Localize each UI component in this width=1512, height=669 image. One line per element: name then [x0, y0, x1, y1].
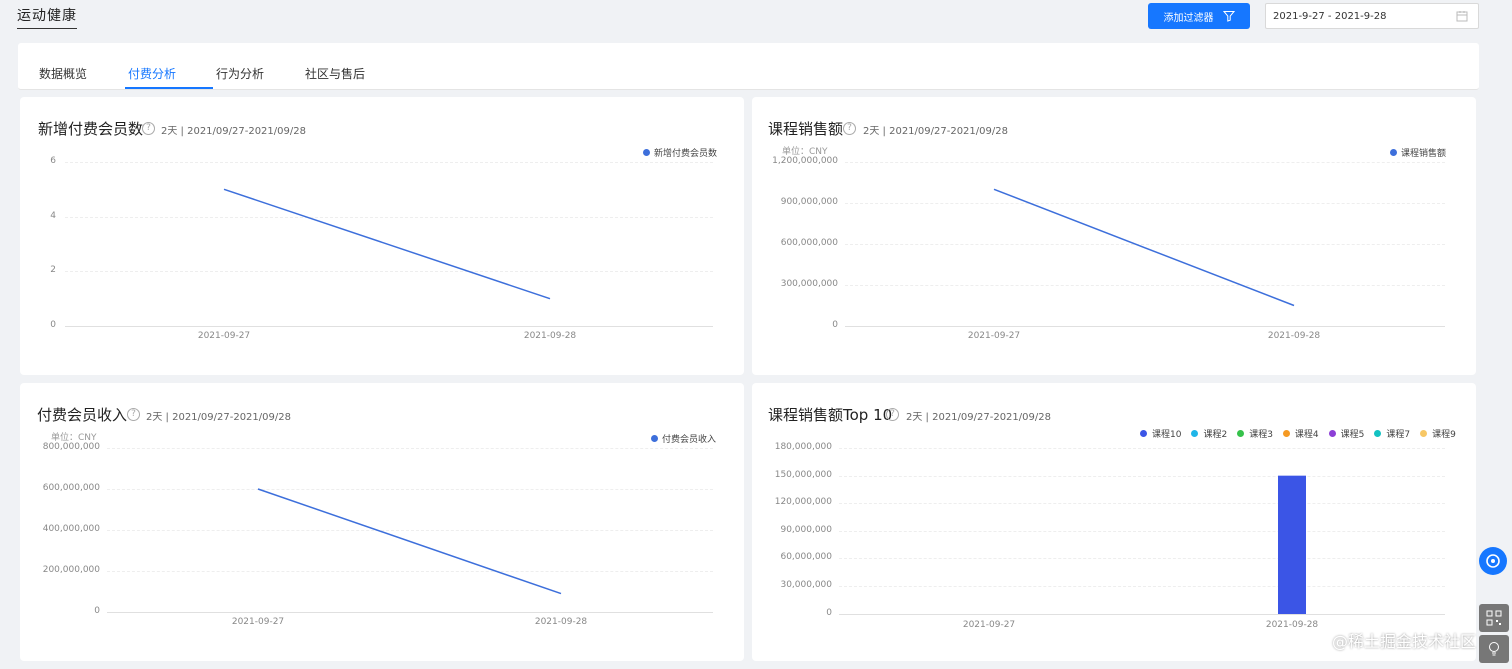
assistant-badge-icon[interactable]	[1479, 547, 1507, 575]
bar[interactable]	[1278, 475, 1306, 614]
course-sales-card: 课程销售额 ? 2天 | 2021/09/27-2021/09/28 单位：CN…	[752, 97, 1476, 375]
tab-community-after-sales[interactable]: 社区与售后	[305, 65, 365, 82]
tab-overview[interactable]: 数据概览	[39, 65, 87, 82]
app-title: 运动健康	[17, 5, 77, 29]
add-filter-button[interactable]: 添加过滤器	[1148, 3, 1250, 29]
paid-member-income-card: 付费会员收入 ? 2天 | 2021/09/27-2021/09/28 单位：C…	[20, 383, 744, 661]
filter-icon	[1222, 11, 1235, 22]
calendar-icon	[1456, 11, 1468, 22]
qr-code-icon[interactable]	[1479, 604, 1509, 632]
tab-bar: 数据概览 付费分析 行为分析 社区与售后	[18, 43, 1479, 90]
qr-glyph-icon	[1486, 610, 1502, 626]
feedback-icon[interactable]	[1479, 635, 1509, 663]
add-filter-label: 添加过滤器	[1163, 12, 1214, 24]
bulb-icon	[1489, 642, 1499, 656]
line-plot	[223, 188, 551, 300]
series-line	[223, 188, 551, 300]
new-paid-members-card: 新增付费会员数 ? 2天 | 2021/09/27-2021/09/28 新增付…	[20, 97, 744, 375]
tab-behavior-analysis[interactable]: 行为分析	[216, 65, 264, 82]
tab-payment-analysis[interactable]: 付费分析	[128, 65, 176, 82]
line-plot	[257, 488, 562, 595]
line-plot	[993, 188, 1295, 307]
series-line	[993, 188, 1295, 307]
watermark: @稀土掘金技术社区	[1332, 632, 1477, 651]
series-line	[257, 488, 562, 595]
date-range-value: 2021-9-27 - 2021-9-28	[1273, 10, 1387, 22]
top-bar: 运动健康 添加过滤器 2021-9-27 - 2021-9-28	[0, 0, 1512, 42]
refresh-icon	[1486, 554, 1500, 568]
date-range-picker[interactable]: 2021-9-27 - 2021-9-28	[1265, 3, 1479, 29]
course-sales-top10-card: 课程销售额Top 10 ? 2天 | 2021/09/27-2021/09/28…	[752, 383, 1476, 661]
active-tab-indicator	[125, 87, 213, 89]
bar-plot	[1278, 475, 1306, 614]
